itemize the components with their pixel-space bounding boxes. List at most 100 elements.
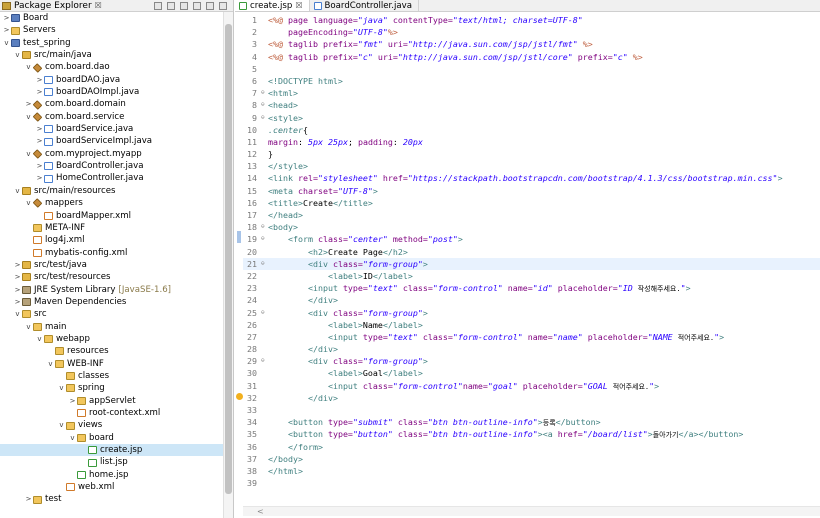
code-line[interactable]: 33 [243, 404, 820, 416]
filter-icon[interactable] [180, 1, 188, 10]
expand-chevron-down-icon[interactable]: v [46, 358, 55, 370]
tree-item[interactable]: list.jsp [0, 456, 224, 468]
code-line[interactable]: 5 [243, 63, 820, 75]
editor-tab[interactable]: create.jsp ☒ [235, 0, 310, 11]
view-menu-icon[interactable] [193, 1, 201, 10]
collapse-all-icon[interactable] [154, 1, 162, 10]
tree-item[interactable]: > com.board.domain [0, 98, 224, 110]
code-line[interactable]: 1 <%@ page language="java" contentType="t… [243, 14, 820, 26]
tree-item[interactable]: v views [0, 419, 224, 431]
explorer-vertical-scrollbar[interactable] [223, 12, 233, 518]
code-line[interactable]: 4 <%@ taglib prefix="c" uri="http://java.… [243, 51, 820, 63]
tree-item[interactable]: create.jsp [0, 444, 224, 457]
tree-item[interactable]: > JRE System Library [JavaSE-1.6] [0, 284, 224, 296]
tree-item[interactable]: > Board [0, 12, 224, 24]
tree-item[interactable]: v spring [0, 382, 224, 394]
tree-item[interactable]: resources [0, 345, 224, 357]
code-line[interactable]: 15 <meta charset="UTF-8"> [243, 185, 820, 197]
tree-item[interactable]: v WEB-INF [0, 358, 224, 370]
code-line[interactable]: 21 ⊖ <div class="form-group"> [243, 257, 820, 270]
code-line[interactable]: 3 <%@ taglib prefix="fmt" uri="http://jav… [243, 38, 820, 50]
link-editor-icon[interactable] [167, 1, 175, 10]
tree-item[interactable]: > boardDAOImpl.java [0, 86, 224, 98]
warning-icon[interactable] [236, 393, 243, 400]
code-line[interactable]: 17 </head> [243, 209, 820, 221]
expand-chevron-right-icon[interactable]: > [13, 259, 22, 271]
tree-item[interactable]: > boardDAO.java [0, 74, 224, 86]
tree-item[interactable]: META-INF [0, 222, 224, 234]
code-line[interactable]: 28 </div> [243, 343, 820, 355]
expand-chevron-down-icon[interactable]: v [13, 185, 22, 197]
expand-chevron-right-icon[interactable]: > [35, 160, 44, 172]
expand-chevron-right-icon[interactable]: > [2, 12, 11, 24]
fold-toggle-icon[interactable]: ⊖ [261, 233, 268, 245]
code-line[interactable]: 34 <button type="submit" class="btn btn-… [243, 416, 820, 428]
expand-chevron-down-icon[interactable]: v [68, 432, 77, 444]
code-line[interactable]: 37 </body> [243, 453, 820, 465]
code-line[interactable]: 6 <!DOCTYPE html> [243, 75, 820, 87]
tree-item[interactable]: > src/test/resources [0, 271, 224, 283]
tree-item[interactable]: > BoardController.java [0, 160, 224, 172]
code-line[interactable]: 39 [243, 477, 820, 489]
explorer-title[interactable]: Package Explorer [14, 1, 92, 11]
tree-item[interactable]: v webapp [0, 333, 224, 345]
expand-chevron-right-icon[interactable]: > [35, 123, 44, 135]
code-line[interactable]: 38 </html> [243, 465, 820, 477]
code-line[interactable]: 27 <input type="text" class="form-contro… [243, 331, 820, 343]
code-line[interactable]: 31 <input class="form-control"name="goal… [243, 380, 820, 392]
code-line[interactable]: 2 pageEncoding="UTF-8"%> [243, 26, 820, 38]
expand-chevron-right-icon[interactable]: > [13, 271, 22, 283]
tree-item[interactable]: > appServlet [0, 395, 224, 407]
tree-item[interactable]: classes [0, 370, 224, 382]
code-line[interactable]: 16 <title>Create</title> [243, 197, 820, 209]
maximize-icon[interactable] [219, 1, 227, 10]
code-line[interactable]: 8 ⊖ <head> [243, 99, 820, 111]
tree-item[interactable]: v src/main/resources [0, 185, 224, 197]
tree-item[interactable]: > Servers [0, 24, 224, 36]
tree-item[interactable]: > Maven Dependencies [0, 296, 224, 308]
expand-chevron-down-icon[interactable]: v [24, 111, 33, 123]
tree-item[interactable]: boardMapper.xml [0, 210, 224, 222]
expand-chevron-down-icon[interactable]: v [13, 49, 22, 61]
fold-toggle-icon[interactable]: ⊖ [261, 258, 268, 270]
tree-item[interactable]: > HomeController.java [0, 172, 224, 184]
tree-item[interactable]: log4j.xml [0, 234, 224, 246]
tree-item[interactable]: root-context.xml [0, 407, 224, 419]
code-line[interactable]: 25 ⊖ <div class="form-group"> [243, 307, 820, 319]
fold-toggle-icon[interactable]: ⊖ [261, 87, 268, 99]
fold-toggle-icon[interactable]: ⊖ [261, 307, 268, 319]
code-line[interactable]: 29 ⊖ <div class="form-group"> [243, 355, 820, 367]
expand-chevron-down-icon[interactable]: v [2, 37, 11, 49]
expand-chevron-right-icon[interactable]: > [35, 74, 44, 86]
expand-chevron-down-icon[interactable]: v [13, 308, 22, 320]
expand-chevron-right-icon[interactable]: > [68, 395, 77, 407]
expand-chevron-down-icon[interactable]: v [24, 197, 33, 209]
editor-horizontal-scrollbar[interactable]: < [243, 506, 820, 516]
expand-chevron-down-icon[interactable]: v [35, 333, 44, 345]
scroll-left-arrow-icon[interactable]: < [257, 507, 264, 516]
expand-chevron-right-icon[interactable]: > [35, 135, 44, 147]
tree-item[interactable]: v main [0, 321, 224, 333]
code-line[interactable]: 14 <link rel="stylesheet" href="https://s… [243, 172, 820, 184]
expand-chevron-right-icon[interactable]: > [13, 296, 22, 308]
fold-toggle-icon[interactable]: ⊖ [261, 355, 268, 367]
code-line[interactable]: 18 ⊖ <body> [243, 221, 820, 233]
fold-toggle-icon[interactable]: ⊖ [261, 112, 268, 124]
code-line[interactable]: 23 <input type="text" class="form-contro… [243, 282, 820, 294]
code-line[interactable]: 9 ⊖ <style> [243, 112, 820, 124]
tree-item[interactable]: web.xml [0, 481, 224, 493]
tree-item[interactable]: > boardServiceImpl.java [0, 135, 224, 147]
fold-toggle-icon[interactable]: ⊖ [261, 99, 268, 111]
tree-item[interactable]: v src/main/java [0, 49, 224, 61]
code-line[interactable]: 30 <label>Goal</label> [243, 367, 820, 379]
tree-item[interactable]: mybatis-config.xml [0, 247, 224, 259]
tree-item[interactable]: v com.board.dao [0, 61, 224, 73]
code-line[interactable]: 24 </div> [243, 294, 820, 306]
close-icon[interactable]: ☒ [95, 1, 102, 10]
tree-item[interactable]: > test [0, 493, 224, 505]
code-line[interactable]: 36 </form> [243, 441, 820, 453]
expand-chevron-down-icon[interactable]: v [57, 382, 66, 394]
expand-chevron-down-icon[interactable]: v [24, 321, 33, 333]
fold-toggle-icon[interactable]: ⊖ [261, 221, 268, 233]
tree-item[interactable]: home.jsp [0, 469, 224, 481]
